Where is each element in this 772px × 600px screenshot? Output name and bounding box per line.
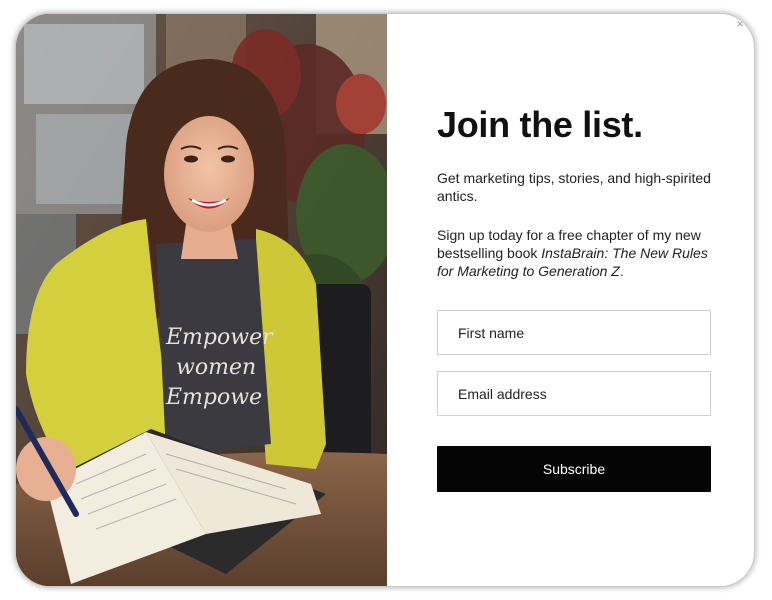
subscribe-button[interactable]: Subscribe	[437, 446, 711, 492]
offer-text: Sign up today for a free chapter of my n…	[437, 226, 717, 280]
headline: Join the list.	[437, 104, 643, 145]
svg-text:Empower: Empower	[165, 325, 274, 350]
author-photo: Empower women Empowe	[16, 14, 387, 586]
svg-text:women: women	[176, 355, 256, 380]
signup-modal: Empower women Empowe × Join the list. Ge…	[16, 14, 754, 586]
offer-suffix: .	[619, 263, 624, 279]
intro-text: Get marketing tips, stories, and high-sp…	[437, 170, 711, 204]
first-name-input[interactable]	[437, 310, 711, 355]
email-input[interactable]	[437, 371, 711, 416]
signup-panel: × Join the list. Get marketing tips, sto…	[387, 14, 754, 586]
svg-text:Empowe: Empowe	[165, 385, 262, 410]
close-icon[interactable]: ×	[736, 17, 744, 30]
